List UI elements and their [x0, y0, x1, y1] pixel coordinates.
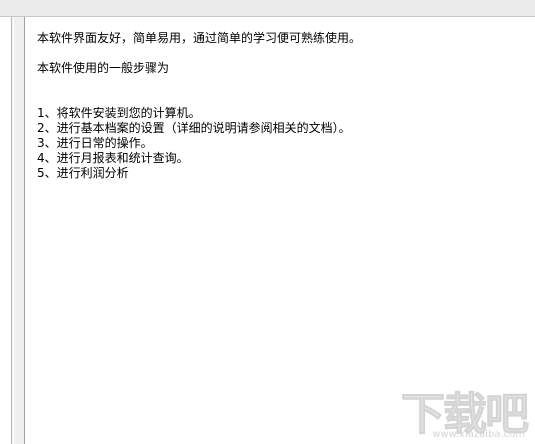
- splitter-highlight: [13, 17, 14, 444]
- step-item-4: 4、进行月报表和统计查询。: [37, 151, 189, 165]
- pane-splitter[interactable]: [12, 17, 25, 444]
- navigation-pane[interactable]: [0, 17, 12, 444]
- intro-text: 本软件界面友好，简单易用，通过简单的学习便可熟练使用。: [37, 31, 362, 45]
- step-item-1: 1、将软件安装到您的计算机。: [37, 106, 201, 120]
- step-item-5: 5、进行利润分析: [37, 166, 129, 180]
- watermark-site-text: www.xiazaiba.com: [432, 429, 525, 440]
- steps-heading: 本软件使用的一般步骤为: [37, 61, 170, 75]
- top-bar: [0, 0, 535, 17]
- step-item-2: 2、进行基本档案的设置（详细的说明请参阅相关的文档）。: [37, 121, 351, 135]
- app-window: 本软件界面友好，简单易用，通过简单的学习便可熟练使用。 本软件使用的一般步骤为 …: [0, 0, 535, 444]
- step-item-3: 3、进行日常的操作。: [37, 136, 153, 150]
- watermark-logo: 下载吧 www.xiazaiba.com: [395, 378, 530, 441]
